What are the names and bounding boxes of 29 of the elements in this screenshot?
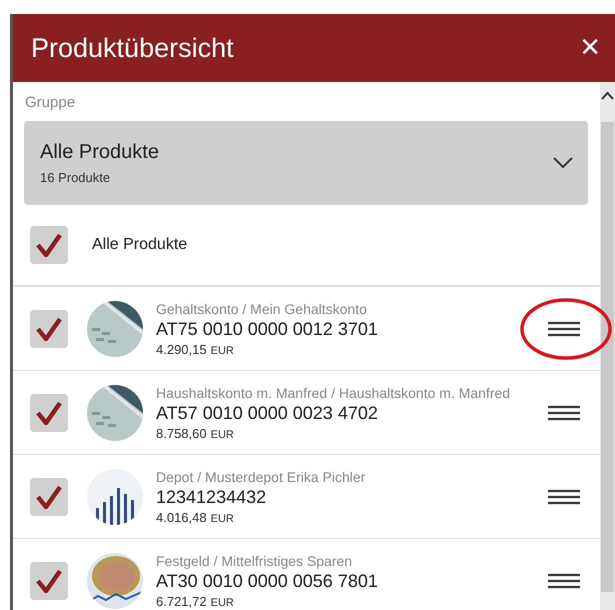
checkbox-label: Alle Produkte (92, 236, 188, 254)
account-category: Festgeld / Mittelfristiges Sparen (156, 552, 354, 568)
account-number: AT75 0010 0000 0012 3701 (156, 318, 379, 340)
account-category: Depot / Musterdepot Erika Pichler (156, 468, 366, 484)
account-category: Haushaltskonto m. Manfred / Haushaltskonto m. Manfred (156, 384, 512, 400)
currency-label: EUR (210, 512, 234, 524)
checkbox[interactable] (30, 394, 68, 432)
checkbox[interactable] (30, 562, 68, 600)
product-count: 16 Produkte (40, 170, 112, 185)
field-label: Gruppe (24, 94, 76, 111)
dialog-title: Produktübersicht (31, 32, 234, 64)
account-category: Gehaltskonto / Mein Gehaltskonto (156, 300, 368, 316)
checkbox[interactable] (30, 226, 68, 264)
account-number: AT57 0010 0000 0023 4702 (156, 402, 379, 424)
account-balance: 6.721,72 (156, 594, 207, 608)
account-balance: 8.758,60 (156, 426, 207, 440)
account-number: 12341234432 (156, 486, 268, 508)
account-number: AT30 0010 0000 0056 7801 (156, 570, 379, 592)
chevron-down-icon (552, 156, 574, 170)
currency-label: EUR (210, 428, 234, 440)
currency-label: EUR (210, 344, 234, 356)
dropdown-value: Alle Produkte (40, 141, 159, 164)
account-balance: 4.290,15 (156, 342, 207, 356)
checkbox[interactable] (30, 478, 68, 516)
close-button[interactable]: ✕ (575, 33, 605, 63)
currency-label: EUR (210, 596, 234, 608)
account-balance: 4.016,48 (156, 510, 207, 524)
checkbox[interactable] (30, 310, 68, 348)
group-dropdown[interactable]: Alle Produkte 16 Produkte (24, 121, 588, 205)
